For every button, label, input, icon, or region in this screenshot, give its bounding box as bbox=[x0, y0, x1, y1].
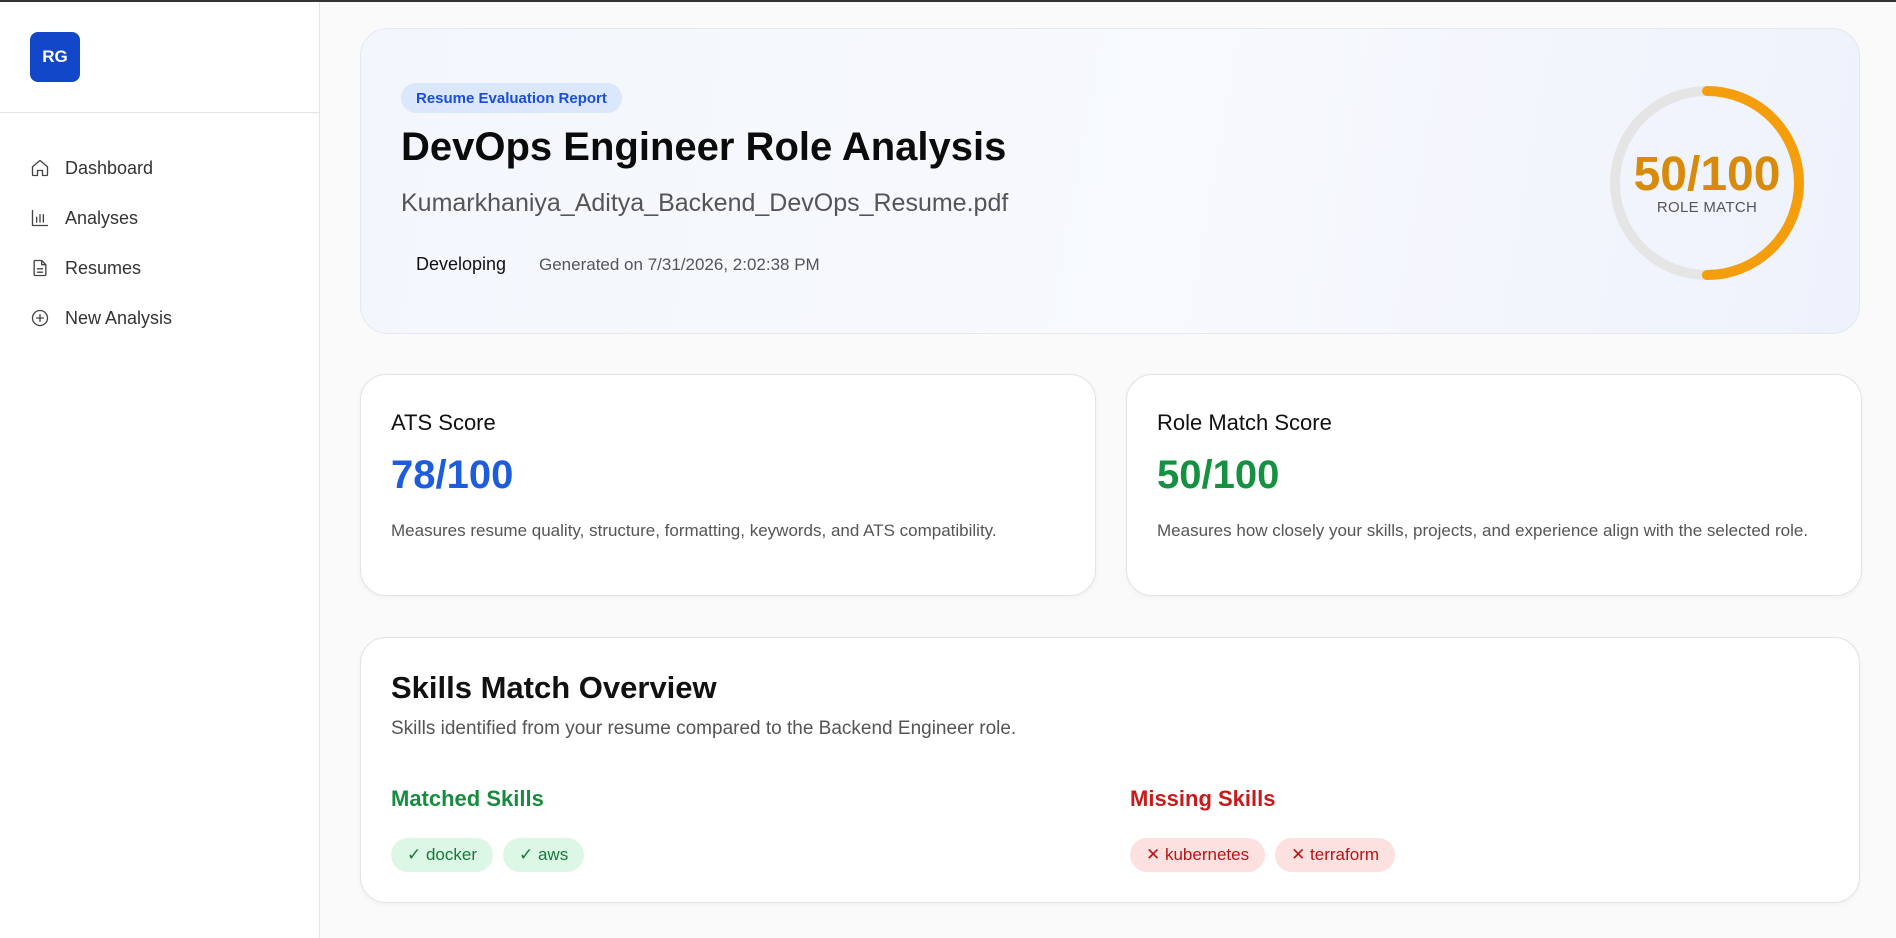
generated-timestamp: Generated on 7/31/2026, 2:02:38 PM bbox=[539, 255, 820, 274]
home-icon bbox=[31, 159, 49, 177]
sidebar-item-new-analysis[interactable]: New Analysis bbox=[0, 293, 319, 343]
ats-score-card: ATS Score 78/100 Measures resume quality… bbox=[360, 374, 1096, 596]
ats-score-value: 78/100 bbox=[391, 453, 514, 497]
skills-overview-card: Skills Match Overview Skills identified … bbox=[360, 637, 1860, 903]
app-logo[interactable]: RG bbox=[30, 32, 80, 82]
score-cards: ATS Score 78/100 Measures resume quality… bbox=[360, 374, 1862, 596]
role-match-description: Measures how closely your skills, projec… bbox=[1157, 521, 1809, 540]
ats-score-title: ATS Score bbox=[391, 410, 496, 435]
matched-skills-heading: Matched Skills bbox=[391, 786, 544, 811]
role-match-title: Role Match Score bbox=[1157, 410, 1332, 435]
gauge-label: ROLE MATCH bbox=[1656, 199, 1758, 216]
gauge-score: 50/100 bbox=[1633, 148, 1781, 201]
document-icon bbox=[33, 259, 47, 277]
sidebar-item-label: Resumes bbox=[65, 257, 142, 278]
level-badge: Developing bbox=[416, 254, 507, 274]
matched-skills-list: ✓ docker ✓ aws bbox=[391, 838, 585, 872]
page-title: DevOps Engineer Role Analysis bbox=[401, 125, 1007, 169]
role-match-value: 50/100 bbox=[1157, 453, 1280, 497]
report-header-card: Resume Evaluation Report DevOps Engineer… bbox=[360, 28, 1860, 334]
missing-skill-chip: ✕ terraform bbox=[1275, 838, 1396, 872]
sidebar-item-label: Dashboard bbox=[65, 157, 154, 178]
sidebar-item-label: Analyses bbox=[65, 207, 139, 228]
sidebar-item-label: New Analysis bbox=[65, 307, 173, 328]
bar-chart-icon bbox=[31, 209, 49, 227]
sidebar-header: RG bbox=[0, 2, 319, 113]
plus-circle-icon bbox=[31, 309, 49, 327]
sidebar-nav: Dashboard Analyses Resumes New Analysis bbox=[0, 113, 319, 343]
ats-score-description: Measures resume quality, structure, form… bbox=[391, 521, 997, 540]
missing-skills-heading: Missing Skills bbox=[1130, 786, 1276, 811]
missing-skill-chip: ✕ kubernetes bbox=[1130, 838, 1266, 872]
matched-skill-chip: ✓ aws bbox=[503, 838, 585, 872]
sidebar-item-dashboard[interactable]: Dashboard bbox=[0, 143, 319, 193]
resume-filename: Kumarkhaniya_Aditya_Backend_DevOps_Resum… bbox=[401, 189, 1009, 217]
skills-subtitle: Skills identified from your resume compa… bbox=[391, 718, 1017, 739]
skills-title: Skills Match Overview bbox=[391, 670, 717, 705]
sidebar: RG Dashboard Analyses Resumes New Analys… bbox=[0, 2, 320, 938]
main-content: Resume Evaluation Report DevOps Engineer… bbox=[360, 28, 1862, 903]
matched-skill-chip: ✓ docker bbox=[391, 838, 493, 872]
missing-skills-list: ✕ kubernetes ✕ terraform bbox=[1130, 838, 1396, 872]
role-match-card: Role Match Score 50/100 Measures how clo… bbox=[1126, 374, 1862, 596]
sidebar-item-resumes[interactable]: Resumes bbox=[0, 243, 319, 293]
report-badge: Resume Evaluation Report bbox=[401, 83, 622, 113]
sidebar-item-analyses[interactable]: Analyses bbox=[0, 193, 319, 243]
